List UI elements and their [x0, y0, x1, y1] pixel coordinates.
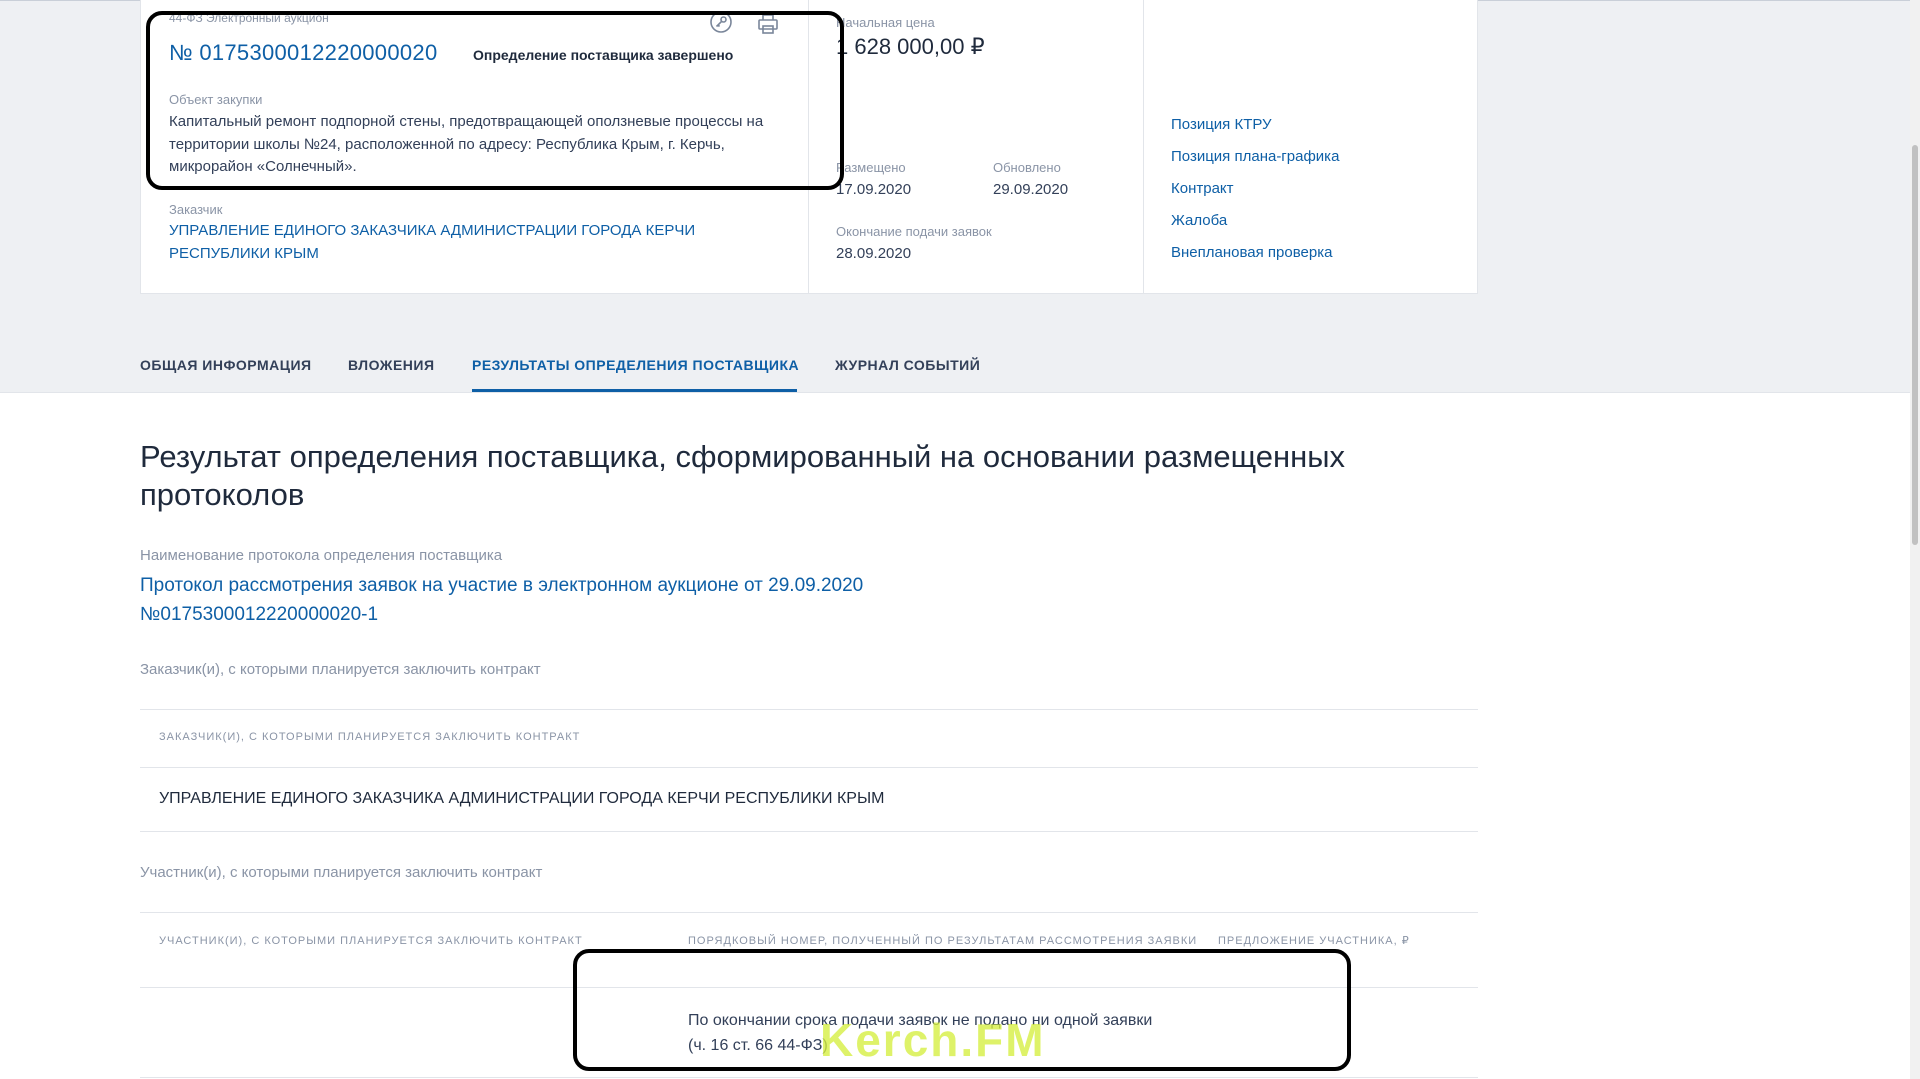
protocol-link[interactable]: Протокол рассмотрения заявок на участие …	[140, 571, 1040, 629]
card-divider	[808, 0, 809, 294]
table-border	[140, 912, 1478, 913]
link-ktru-position[interactable]: Позиция КТРУ	[1171, 116, 1272, 133]
procedure-type: 44-ФЗ Электронный аукцион	[169, 11, 329, 25]
scrollbar[interactable]	[1910, 0, 1920, 1079]
link-contract[interactable]: Контракт	[1171, 180, 1234, 197]
note-text: По окончании срока подачи заявок не пода…	[688, 1012, 1153, 1029]
link-complaint[interactable]: Жалоба	[1171, 212, 1227, 229]
offer-column-header: Предложение участника, ₽	[1218, 935, 1410, 947]
link-unscheduled-inspection[interactable]: Внеплановая проверка	[1171, 244, 1332, 261]
posted-date: 17.09.2020	[836, 181, 912, 198]
page-title: Результат определения поставщика, сформи…	[140, 439, 1346, 512]
table-border	[140, 987, 1478, 988]
deadline-label: Окончание подачи заявок	[836, 224, 992, 239]
participants-column-header: Участник(и), с которыми планируется закл…	[159, 935, 583, 947]
note-legal-reference: (ч. 16 ст. 66 44-ФЗ)	[688, 1037, 828, 1054]
card-divider	[1143, 0, 1144, 294]
table-border	[140, 709, 1478, 710]
customer-link[interactable]: УПРАВЛЕНИЕ ЕДИНОГО ЗАКАЗЧИКА АДМИНИСТРАЦ…	[169, 220, 769, 265]
customers-table-header: Заказчик(и), с которыми планируется закл…	[159, 731, 581, 743]
tab-supplier-results[interactable]: РЕЗУЛЬТАТЫ ОПРЕДЕЛЕНИЯ ПОСТАВЩИКА	[472, 357, 799, 373]
updated-label: Обновлено	[993, 160, 1061, 175]
posted-label: Размещено	[836, 160, 906, 175]
tab-event-log[interactable]: ЖУРНАЛ СОБЫТИЙ	[835, 357, 980, 373]
procurement-number[interactable]: № 0175300012220000020	[169, 40, 437, 66]
no-applications-note: По окончании срока подачи заявок не пода…	[688, 1008, 1248, 1058]
deadline-date: 28.09.2020	[836, 245, 912, 262]
table-row: УПРАВЛЕНИЕ ЕДИНОГО ЗАКАЗЧИКА АДМИНИСТРАЦ…	[159, 790, 885, 807]
price-label: Начальная цена	[836, 15, 935, 30]
customers-section-label: Заказчик(и), с которыми планируется закл…	[140, 661, 541, 678]
tabs-divider	[0, 392, 1920, 393]
active-tab-indicator	[472, 389, 797, 392]
order-number-column-header: Порядковый номер, полученный по результа…	[688, 935, 1198, 947]
printer-icon[interactable]	[756, 12, 780, 36]
updated-date: 29.09.2020	[993, 181, 1069, 198]
customer-label: Заказчик	[169, 202, 223, 217]
tab-general-info[interactable]: ОБЩАЯ ИНФОРМАЦИЯ	[140, 357, 312, 373]
protocol-label: Наименование протокола определения поста…	[140, 547, 503, 564]
scrollbar-thumb[interactable]	[1912, 145, 1918, 545]
link-schedule-position[interactable]: Позиция плана-графика	[1171, 148, 1339, 165]
tab-attachments[interactable]: ВЛОЖЕНИЯ	[348, 357, 435, 373]
table-border	[140, 831, 1478, 832]
table-border	[140, 1077, 1478, 1078]
table-border	[140, 767, 1478, 768]
object-label: Объект закупки	[169, 92, 263, 107]
status-badge: Определение поставщика завершено	[473, 47, 734, 63]
key-icon[interactable]	[709, 10, 733, 34]
object-description: Капитальный ремонт подпорной стены, пред…	[169, 113, 764, 175]
initial-price: 1 628 000,00 ₽	[836, 34, 985, 59]
participants-section-label: Участник(и), с которыми планируется закл…	[140, 864, 543, 881]
